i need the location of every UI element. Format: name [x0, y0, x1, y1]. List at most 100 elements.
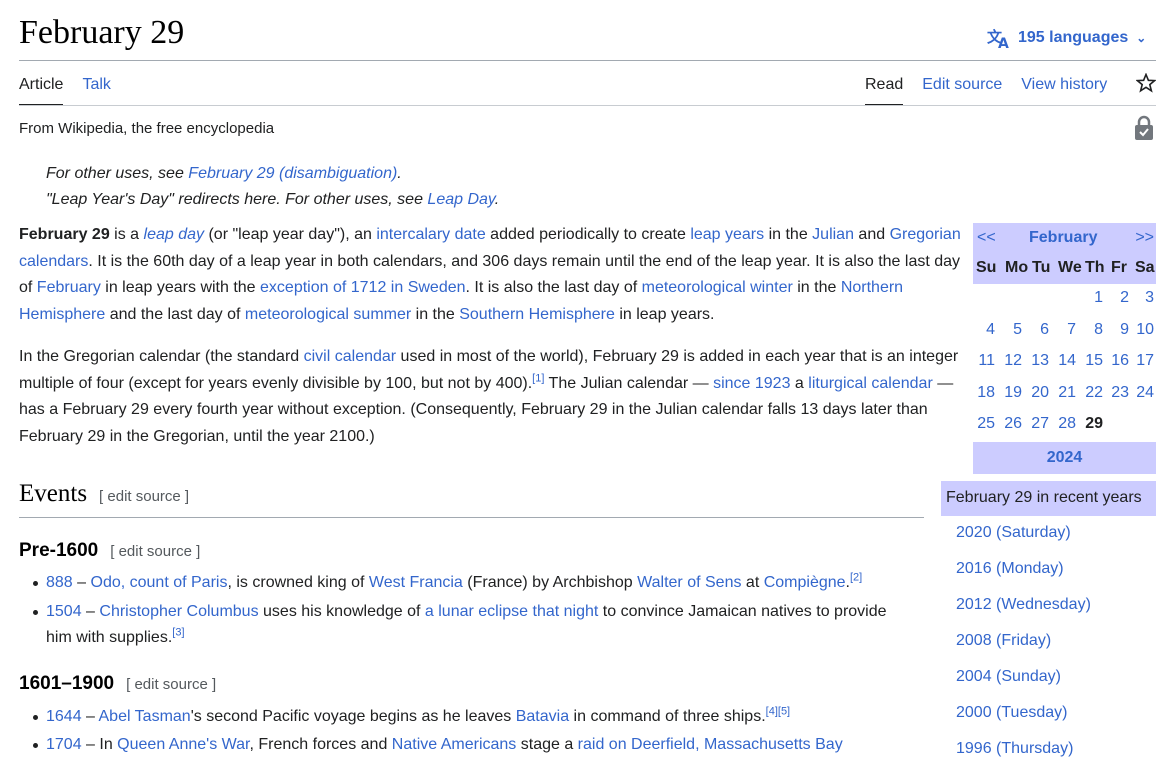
- calendar-day[interactable]: 3: [1145, 289, 1154, 307]
- bullet-dot: [33, 743, 38, 748]
- recent-year-link[interactable]: 2000 (Tuesday): [956, 704, 1067, 722]
- pre-1600-heading: Pre-1600[ edit source ]: [19, 540, 201, 561]
- inline-link[interactable]: 1644: [46, 708, 82, 725]
- list-item: 888 – Odo, count of Paris, is crowned ki…: [19, 570, 909, 596]
- recent-year-link[interactable]: 2004 (Sunday): [956, 668, 1061, 686]
- recent-year-link[interactable]: 1996 (Thursday): [956, 740, 1073, 758]
- inline-link[interactable]: Abel Tasman: [99, 708, 191, 725]
- calendar-day[interactable]: 2: [1120, 289, 1129, 307]
- calendar-day[interactable]: 19: [1004, 384, 1022, 402]
- calendar-day[interactable]: 5: [1013, 321, 1022, 339]
- calendar-day[interactable]: 17: [1136, 352, 1154, 370]
- tab-talk[interactable]: Talk: [82, 76, 110, 106]
- inline-link[interactable]: Southern Hemisphere: [459, 306, 615, 323]
- inline-link[interactable]: meteorological winter: [642, 279, 793, 296]
- calendar-grid: 1 2 3 4 5 6 7 8 9 10 11 12 13 14 15 16 17 18 19 20 21 22 23 24 2…: [973, 284, 1156, 442]
- inline-link[interactable]: raid on Deerfield, Massachusetts Bay: [578, 736, 843, 753]
- inline-text: , is crowned king of: [227, 574, 369, 591]
- inline-link[interactable]: leap years: [690, 226, 764, 243]
- calendar-year-link[interactable]: 2024: [973, 441, 1156, 474]
- leap-day-link[interactable]: Leap Day: [427, 191, 494, 208]
- calendar-day[interactable]: 9: [1120, 321, 1129, 339]
- inline-link[interactable]: [2]: [850, 572, 862, 584]
- inline-link[interactable]: meteorological summer: [245, 306, 411, 323]
- inline-link[interactable]: liturgical calendar: [808, 375, 933, 392]
- inline-link[interactable]: civil calendar: [304, 348, 396, 365]
- translate-icon: 文 A: [987, 28, 1009, 49]
- calendar-month-link[interactable]: February: [1029, 229, 1097, 247]
- inline-link[interactable]: 1504: [46, 603, 82, 620]
- events-edit-source[interactable]: [ edit source ]: [99, 488, 189, 505]
- recent-year-link[interactable]: 2016 (Monday): [956, 560, 1064, 578]
- calendar-day[interactable]: 27: [1031, 415, 1049, 433]
- tagline: From Wikipedia, the free encyclopedia: [19, 120, 275, 137]
- disambiguation-link[interactable]: February 29 (disambiguation): [188, 165, 397, 182]
- calendar-day[interactable]: 21: [1058, 384, 1076, 402]
- tab-edit-source[interactable]: Edit source: [922, 76, 1002, 106]
- 1601-1900-edit-source[interactable]: [ edit source ]: [126, 676, 216, 693]
- calendar-day[interactable]: 1: [1094, 289, 1103, 307]
- inline-link[interactable]: Odo, count of Paris: [91, 574, 228, 591]
- inline-text: at: [741, 574, 764, 591]
- inline-link[interactable]: exception of 1712 in Sweden: [260, 279, 465, 296]
- inline-link[interactable]: since 1923: [713, 375, 790, 392]
- calendar-day[interactable]: 13: [1031, 352, 1049, 370]
- inline-text: (France) by Archbishop: [462, 574, 638, 591]
- calendar-header: << February >>: [973, 223, 1156, 253]
- calendar-day[interactable]: 12: [1004, 352, 1022, 370]
- title-divider: [19, 60, 1156, 61]
- calendar-day[interactable]: 18: [977, 384, 995, 402]
- calendar-day[interactable]: 28: [1058, 415, 1076, 433]
- inline-link[interactable]: a lunar eclipse that night: [425, 603, 598, 620]
- intro-paragraph-1: February 29 is a leap day (or "leap year…: [19, 222, 964, 328]
- inline-link[interactable]: West Francia: [369, 574, 463, 591]
- recent-year-link[interactable]: 2012 (Wednesday): [956, 596, 1091, 614]
- calendar-day[interactable]: 8: [1094, 321, 1103, 339]
- inline-link[interactable]: 888: [46, 574, 73, 591]
- chevron-down-icon: ⌄: [1136, 31, 1147, 45]
- inline-link[interactable]: intercalary date: [376, 226, 485, 243]
- inline-link[interactable]: Julian: [812, 226, 854, 243]
- calendar-day[interactable]: 16: [1111, 352, 1129, 370]
- tab-article[interactable]: Article: [19, 76, 64, 106]
- calendar-day[interactable]: 23: [1111, 384, 1129, 402]
- inline-link[interactable]: Batavia: [516, 708, 569, 725]
- calendar-day[interactable]: 11: [978, 352, 995, 370]
- inline-link[interactable]: Compiègne: [764, 574, 846, 591]
- calendar-day[interactable]: 4: [986, 321, 995, 339]
- inline-link[interactable]: leap day: [144, 226, 205, 243]
- inline-link[interactable]: Queen Anne's War: [117, 736, 249, 753]
- calendar-day[interactable]: 15: [1085, 352, 1103, 370]
- calendar-next-link[interactable]: >>: [1135, 229, 1154, 247]
- inline-link[interactable]: 1704: [46, 736, 82, 753]
- calendar-day[interactable]: 26: [1004, 415, 1022, 433]
- tab-view-history[interactable]: View history: [1021, 76, 1107, 106]
- calendar-day[interactable]: 7: [1067, 321, 1076, 339]
- inline-link[interactable]: [4][5]: [766, 706, 790, 718]
- inline-link[interactable]: Christopher Columbus: [99, 603, 258, 620]
- events-heading: Events[ edit source ]: [19, 480, 190, 507]
- list-item: 1704 – In Queen Anne's War, French force…: [19, 732, 909, 758]
- calendar-day[interactable]: 10: [1136, 321, 1154, 339]
- calendar-day[interactable]: 20: [1031, 384, 1049, 402]
- calendar-day[interactable]: 14: [1058, 352, 1076, 370]
- inline-link[interactable]: [3]: [172, 627, 184, 639]
- tab-read[interactable]: Read: [865, 76, 904, 106]
- calendar-day[interactable]: 22: [1085, 384, 1103, 402]
- calendar-day[interactable]: 6: [1040, 321, 1049, 339]
- inline-link[interactable]: Native Americans: [392, 736, 517, 753]
- inline-text: stage a: [516, 736, 578, 753]
- recent-year-link[interactable]: 2020 (Saturday): [956, 524, 1071, 542]
- inline-link[interactable]: February: [37, 279, 101, 296]
- pre-1600-edit-source[interactable]: [ edit source ]: [110, 543, 200, 560]
- calendar-day[interactable]: 24: [1136, 384, 1154, 402]
- lock-icon[interactable]: [1134, 115, 1154, 141]
- star-icon[interactable]: [1136, 73, 1156, 93]
- calendar-day[interactable]: 25: [977, 415, 995, 433]
- calendar-prev-link[interactable]: <<: [977, 229, 996, 247]
- inline-link[interactable]: [1]: [532, 372, 544, 384]
- recent-year-link[interactable]: 2008 (Friday): [956, 632, 1051, 650]
- languages-button[interactable]: 文 A 195 languages ⌄: [987, 27, 1146, 49]
- inline-link[interactable]: Walter of Sens: [637, 574, 741, 591]
- calendar-weekday: We: [1058, 259, 1082, 276]
